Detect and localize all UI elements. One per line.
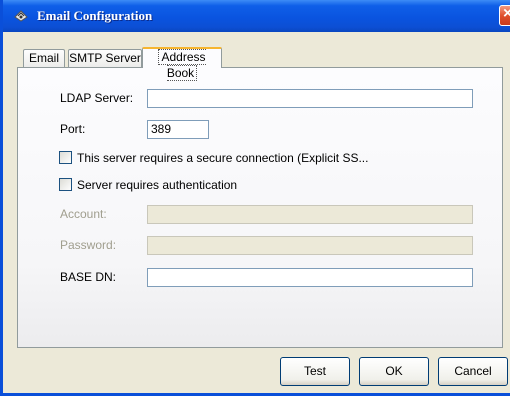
password-label: Password:: [60, 238, 117, 252]
email-configuration-dialog: Email Configuration × Email SMTP Server …: [0, 0, 510, 396]
account-input[interactable]: [147, 205, 473, 224]
test-button[interactable]: Test: [280, 357, 350, 386]
close-button[interactable]: ×: [499, 5, 510, 26]
requires-auth-label: Server requires authentication: [77, 178, 238, 192]
secure-connection-checkbox[interactable]: [59, 151, 72, 164]
tab-email[interactable]: Email: [23, 49, 65, 67]
ok-button[interactable]: OK: [359, 357, 429, 386]
password-input[interactable]: [147, 236, 473, 255]
ldap-server-input[interactable]: [147, 89, 473, 108]
tab-email-label: Email: [28, 51, 59, 65]
app-icon: [14, 10, 28, 22]
close-icon: ×: [503, 5, 510, 22]
port-label: Port:: [60, 122, 86, 136]
tab-address-book[interactable]: Address Book: [142, 47, 222, 81]
secure-connection-label: This server requires a secure connection…: [77, 151, 369, 165]
base-dn-input[interactable]: [147, 268, 473, 287]
tab-smtp-server-label: SMTP Server: [69, 51, 141, 65]
base-dn-label: BASE DN:: [60, 270, 117, 284]
cancel-button[interactable]: Cancel: [438, 357, 508, 386]
requires-auth-checkbox[interactable]: [59, 178, 72, 191]
window-title: Email Configuration: [37, 8, 153, 23]
tab-smtp-server[interactable]: SMTP Server: [68, 49, 142, 67]
title-bar[interactable]: Email Configuration ×: [3, 0, 510, 32]
ldap-server-label: LDAP Server:: [60, 91, 134, 105]
account-label: Account:: [60, 207, 107, 221]
port-input[interactable]: 389: [147, 120, 209, 139]
